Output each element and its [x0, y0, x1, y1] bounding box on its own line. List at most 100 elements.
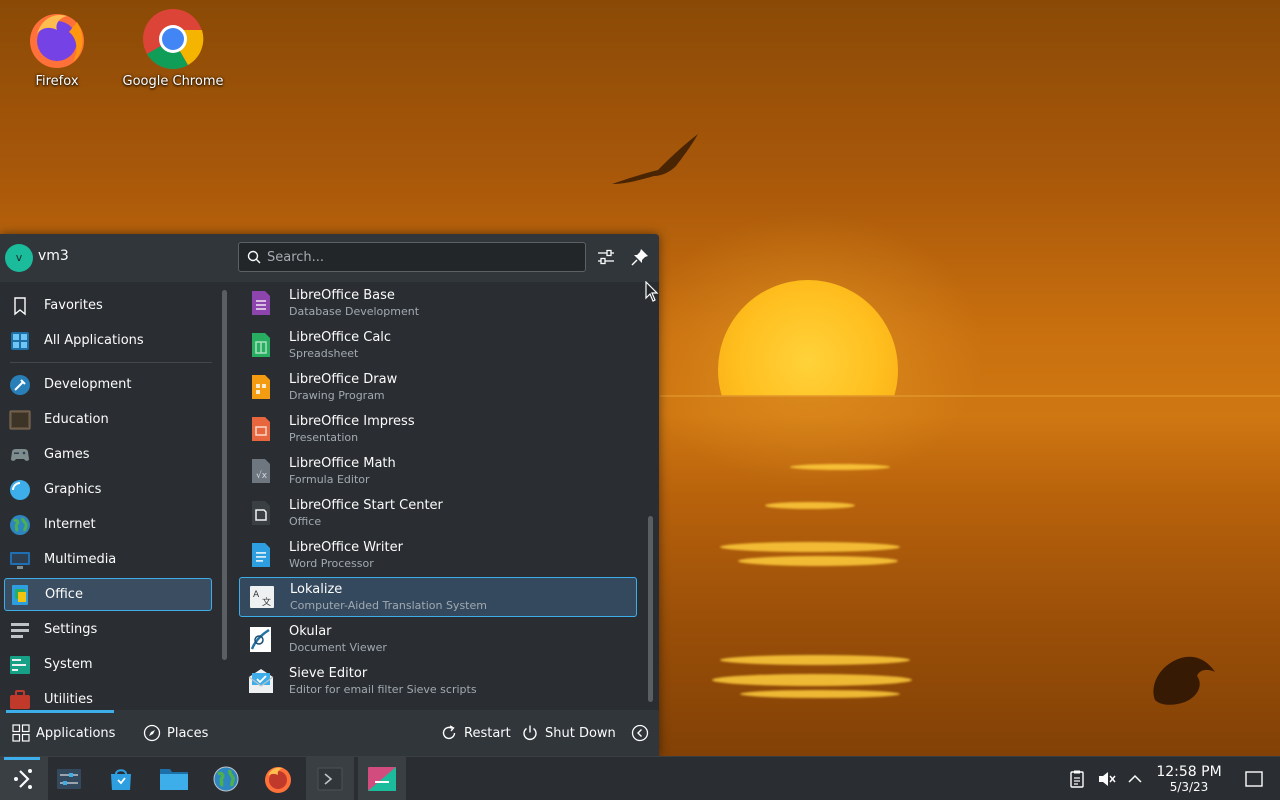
app-libreoffice-base[interactable]: LibreOffice Base Database Development: [239, 283, 637, 323]
clock-date[interactable]: 5/3/23: [1150, 780, 1228, 794]
svg-text:A: A: [253, 590, 260, 600]
category-favorites[interactable]: Favorites: [4, 289, 212, 322]
development-icon: [10, 374, 30, 395]
clipboard-icon[interactable]: [1067, 769, 1087, 789]
category-label: Multimedia: [44, 552, 117, 567]
wallpaper-reflection: [790, 464, 890, 470]
taskbar-file-manager[interactable]: [150, 757, 198, 800]
app-description: Word Processor: [289, 556, 374, 570]
app-libreoffice-start-center[interactable]: LibreOffice Start Center Office: [239, 493, 637, 533]
search-input[interactable]: [267, 243, 577, 271]
category-education[interactable]: Education: [4, 403, 212, 436]
sieve-editor-icon: [248, 669, 274, 693]
app-description: Database Development: [289, 304, 420, 318]
wallpaper-reflection: [738, 556, 898, 566]
category-office[interactable]: Office: [4, 578, 212, 611]
desktop-icon-label: Google Chrome: [122, 74, 224, 89]
app-name: Okular: [289, 623, 332, 639]
application-launcher: v vm3 Favorites: [0, 234, 659, 756]
utilities-icon: [10, 689, 30, 709]
category-system[interactable]: System: [4, 648, 212, 681]
system-icon: [10, 655, 30, 674]
category-label: Office: [45, 587, 83, 602]
app-libreoffice-calc[interactable]: LibreOffice Calc Spreadsheet: [239, 325, 637, 365]
app-libreoffice-draw[interactable]: LibreOffice Draw Drawing Program: [239, 367, 637, 407]
user-name: vm3: [38, 248, 69, 264]
sidebar-divider: [10, 362, 212, 363]
category-development[interactable]: Development: [4, 368, 212, 401]
leave-options-icon[interactable]: [631, 724, 649, 742]
app-libreoffice-math[interactable]: √x LibreOffice Math Formula Editor: [239, 451, 637, 491]
category-label: Favorites: [44, 298, 103, 313]
volume-muted-icon[interactable]: [1097, 769, 1117, 789]
discover-icon: [111, 769, 131, 790]
settings-icon: [11, 622, 29, 638]
restart-button[interactable]: Restart: [440, 710, 511, 756]
category-label: System: [44, 657, 93, 672]
search-field[interactable]: [238, 242, 586, 272]
taskbar-launcher-button[interactable]: [0, 757, 48, 800]
libreoffice-draw-icon: [252, 375, 270, 399]
category-all-applications[interactable]: All Applications: [4, 324, 212, 357]
firefox-icon: [30, 14, 84, 68]
svg-text:文: 文: [262, 596, 271, 608]
restart-icon: [442, 725, 456, 740]
app-libreoffice-writer[interactable]: LibreOffice Writer Word Processor: [239, 535, 637, 575]
wallpaper-horizon: [660, 395, 1280, 397]
taskbar-system-settings[interactable]: [45, 757, 93, 800]
category-settings[interactable]: Settings: [4, 613, 212, 646]
app-lokalize[interactable]: A 文 Lokalize Computer-Aided Translation …: [239, 577, 637, 617]
app-name: LibreOffice Start Center: [289, 497, 443, 513]
taskbar: [0, 756, 1280, 800]
desktop-icon-chrome[interactable]: Google Chrome: [118, 8, 228, 89]
taskbar-terminal[interactable]: [306, 757, 354, 800]
category-games[interactable]: Games: [4, 438, 212, 471]
terminal-icon: [317, 767, 343, 791]
wallpaper-reflection: [720, 542, 900, 552]
office-icon: [12, 584, 28, 605]
taskbar-kate[interactable]: [358, 757, 406, 800]
show-desktop-icon[interactable]: [1244, 769, 1264, 789]
configure-icon[interactable]: [595, 246, 617, 268]
category-multimedia[interactable]: Multimedia: [4, 543, 212, 576]
shutdown-button[interactable]: Shut Down: [521, 710, 616, 756]
app-name: LibreOffice Math: [289, 455, 396, 471]
wallpaper-reflection: [765, 502, 855, 509]
app-description: Formula Editor: [289, 472, 370, 486]
clock-time[interactable]: 12:58 PM: [1150, 764, 1228, 780]
app-name: LibreOffice Draw: [289, 371, 398, 387]
app-name: LibreOffice Impress: [289, 413, 415, 429]
graphics-icon: [10, 479, 30, 500]
taskbar-firefox[interactable]: [254, 757, 302, 800]
app-okular[interactable]: Okular Document Viewer: [239, 619, 637, 659]
app-list-scrollbar[interactable]: [648, 516, 653, 702]
gamepad-icon: [11, 448, 29, 461]
sidebar-scrollbar[interactable]: [222, 290, 227, 660]
category-label: Internet: [44, 517, 96, 532]
libreoffice-math-icon: √x: [252, 459, 270, 483]
category-graphics[interactable]: Graphics: [4, 473, 212, 506]
launcher-icon: [14, 769, 32, 789]
category-utilities[interactable]: Utilities: [4, 683, 212, 710]
tab-places[interactable]: Places: [143, 710, 208, 756]
tab-applications[interactable]: Applications: [12, 710, 115, 756]
pin-icon[interactable]: [629, 246, 651, 268]
taskbar-discover[interactable]: [97, 757, 145, 800]
svg-text:√x: √x: [256, 470, 268, 481]
desktop-icon-firefox[interactable]: Firefox: [2, 8, 112, 89]
libreoffice-calc-icon: [252, 333, 270, 357]
libreoffice-base-icon: [252, 291, 270, 315]
app-sieve-editor[interactable]: Sieve Editor Editor for email filter Sie…: [239, 661, 637, 701]
chevron-up-icon[interactable]: [1125, 769, 1145, 789]
launcher-footer: Applications Places Restart Shut Down: [0, 710, 659, 756]
category-sidebar: Favorites All Applications Development E…: [0, 282, 216, 710]
taskbar-network[interactable]: [202, 757, 250, 800]
libreoffice-impress-icon: [252, 417, 270, 441]
app-description: Presentation: [289, 430, 359, 444]
file-manager-icon: [160, 769, 188, 790]
app-libreoffice-impress[interactable]: LibreOffice Impress Presentation: [239, 409, 637, 449]
avatar[interactable]: v: [5, 244, 33, 272]
category-label: Games: [44, 447, 90, 462]
app-description: Computer-Aided Translation System: [290, 598, 487, 612]
category-internet[interactable]: Internet: [4, 508, 212, 541]
